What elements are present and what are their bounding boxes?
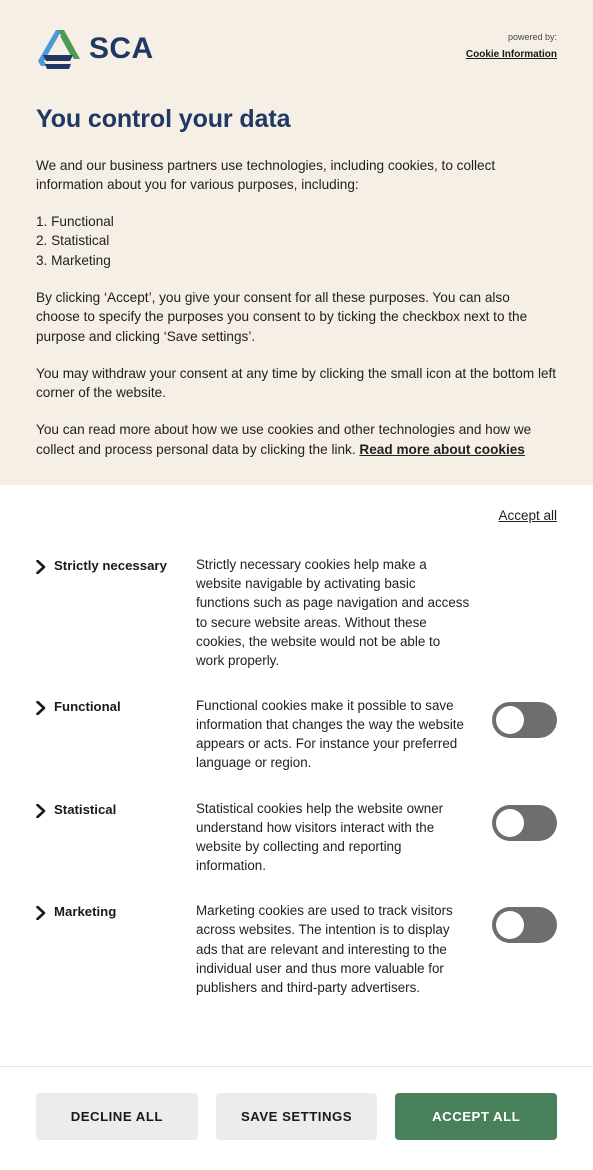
brand-row: SCA powered by: Cookie Information	[36, 28, 557, 74]
footer-actions: DECLINE ALL SAVE SETTINGS ACCEPT ALL	[0, 1067, 593, 1170]
category-toggle-cell	[485, 901, 557, 944]
category-toggle-cell	[485, 799, 557, 841]
toggle-knob	[496, 808, 524, 837]
category-header[interactable]: Marketing	[36, 901, 196, 921]
toggle-knob	[496, 706, 524, 734]
intro-section: SCA powered by: Cookie Information You c…	[0, 0, 593, 486]
category-row-functional[interactable]: Functional Functional cookies make it po…	[36, 686, 557, 789]
page-title: You control your data	[36, 105, 291, 133]
brand-name: SCA	[89, 32, 154, 65]
chevron-right-icon[interactable]	[36, 701, 46, 715]
chevron-right-icon[interactable]	[36, 560, 46, 575]
sca-triangle-logo-icon	[38, 30, 80, 69]
cookie-information-link[interactable]: Cookie Information	[466, 49, 557, 60]
category-description: Functional cookies make it possible to s…	[196, 698, 464, 771]
accept-all-link[interactable]: Accept all	[498, 508, 557, 523]
save-settings-button[interactable]: SAVE SETTINGS	[215, 1093, 378, 1140]
chevron-right-icon[interactable]	[36, 803, 46, 818]
category-row-statistical[interactable]: Statistical Statistical cookies help the…	[36, 789, 557, 892]
category-row-strictly-necessary[interactable]: Strictly necessary Strictly necessary co…	[36, 545, 557, 686]
category-header[interactable]: Strictly necessary	[36, 555, 196, 575]
category-name[interactable]: Functional	[54, 698, 121, 715]
toggle-functional[interactable]	[492, 702, 557, 738]
intro-paragraph-1: We and our business partners use technol…	[36, 157, 496, 192]
toggle-knob	[496, 911, 524, 940]
category-header[interactable]: Functional	[36, 696, 196, 715]
accept-all-link-row: Accept all	[0, 485, 593, 539]
category-description: Statistical cookies help the website own…	[196, 800, 444, 874]
category-description: Strictly necessary cookies help make a w…	[196, 557, 470, 668]
read-more-about-cookies-link[interactable]: Read more about cookies	[359, 442, 524, 457]
cookie-category-list: Strictly necessary Strictly necessary co…	[0, 539, 593, 1066]
category-row-marketing[interactable]: Marketing Marketing cookies are used to …	[36, 891, 557, 1013]
powered-by-label: powered by:	[507, 32, 557, 42]
category-name[interactable]: Statistical	[54, 801, 116, 818]
category-toggle-cell	[485, 696, 557, 738]
category-description: Marketing cookies are used to track visi…	[196, 903, 453, 995]
toggle-marketing[interactable]	[492, 907, 557, 944]
purpose-item: 3. Marketing	[36, 252, 111, 268]
category-name[interactable]: Strictly necessary	[54, 557, 167, 574]
category-name[interactable]: Marketing	[54, 903, 116, 920]
cookie-consent-dialog: SCA powered by: Cookie Information You c…	[0, 0, 593, 1170]
intro-paragraph-2: By clicking ‘Accept’, you give your cons…	[36, 289, 528, 344]
purpose-list: 1. Functional 2. Statistical 3. Marketin…	[36, 212, 557, 270]
brand-logo: SCA	[36, 28, 154, 70]
purpose-item: 1. Functional	[36, 214, 114, 230]
intro-paragraph-3: You may withdraw your consent at any tim…	[36, 365, 557, 401]
intro-paragraph-4: You can read more about how we use cooki…	[36, 420, 557, 459]
category-toggle-placeholder	[485, 555, 557, 561]
chevron-right-icon[interactable]	[36, 906, 46, 921]
decline-all-button[interactable]: DECLINE ALL	[36, 1093, 198, 1140]
purpose-item: 2. Statistical	[36, 233, 110, 249]
category-header[interactable]: Statistical	[36, 799, 196, 818]
toggle-statistical[interactable]	[492, 804, 557, 841]
powered-by-block: powered by: Cookie Information	[466, 28, 557, 62]
accept-all-button[interactable]: ACCEPT ALL	[395, 1093, 558, 1140]
